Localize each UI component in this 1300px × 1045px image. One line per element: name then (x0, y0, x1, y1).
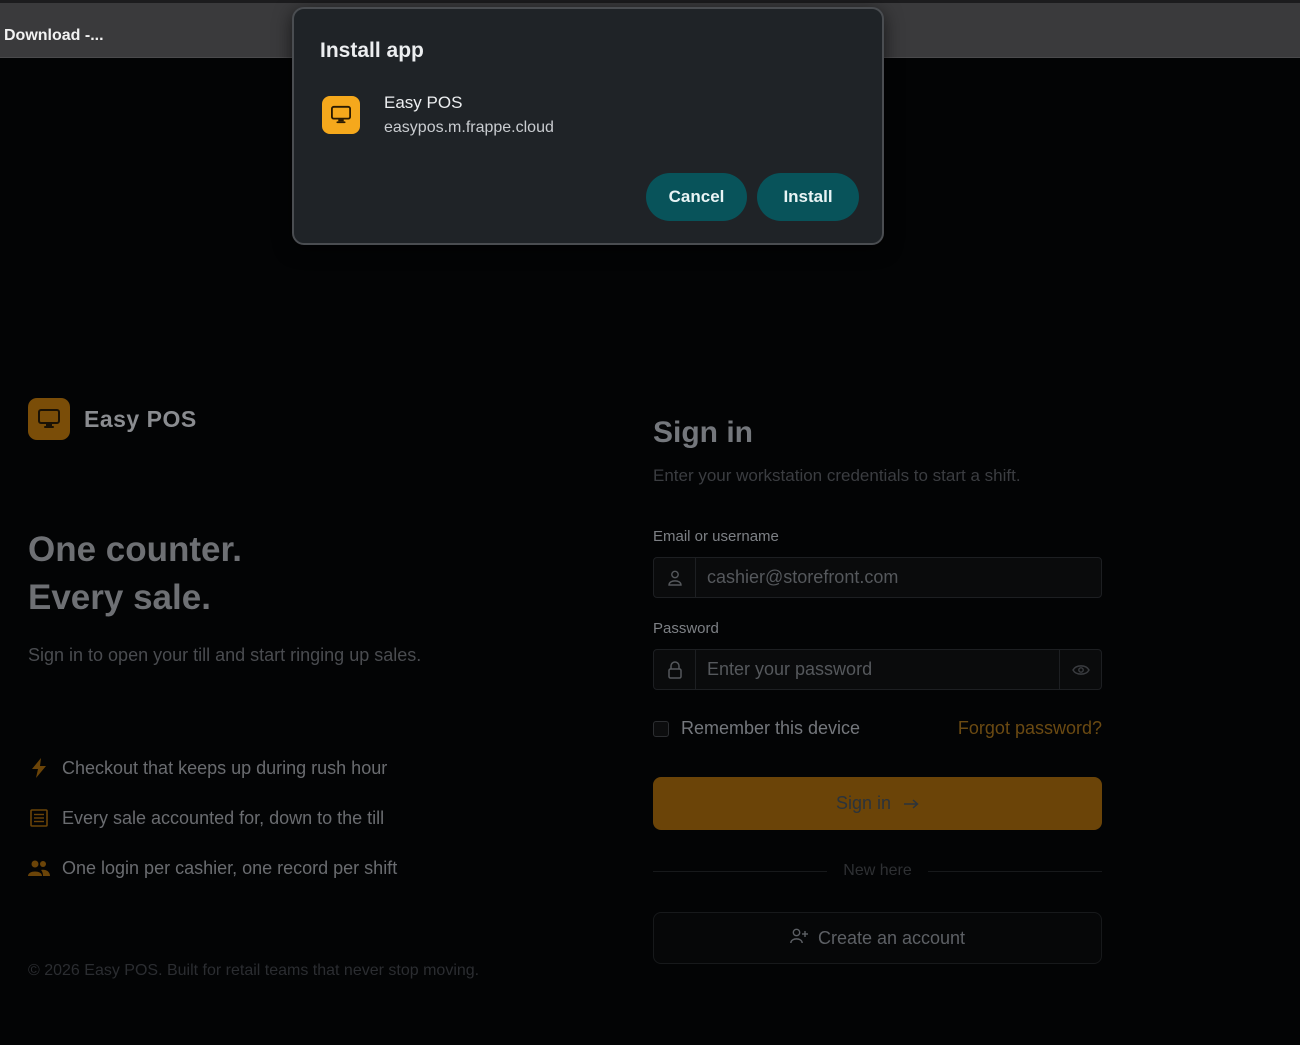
feature-text: Checkout that keeps up during rush hour (62, 757, 388, 778)
monitor-icon (322, 96, 360, 134)
remember-device[interactable]: Remember this device (653, 718, 860, 739)
feature-list: Checkout that keeps up during rush hour … (28, 743, 397, 893)
password-field-wrapper (653, 649, 1102, 690)
feature-item: Checkout that keeps up during rush hour (28, 743, 397, 793)
brand-name: Easy POS (84, 405, 197, 432)
brand: Easy POS (28, 398, 197, 440)
signin-form: Sign in Enter your workstation credentia… (653, 416, 1103, 964)
user-icon (654, 558, 696, 597)
create-account-button[interactable]: Create an account (653, 912, 1102, 964)
email-input[interactable] (696, 558, 1101, 597)
receipt-icon (28, 807, 50, 829)
signin-button[interactable]: Sign in (653, 777, 1102, 830)
cancel-button[interactable]: Cancel (646, 173, 747, 221)
lock-icon (654, 650, 696, 689)
headline-line-2: Every sale. (28, 578, 211, 617)
signin-title: Sign in (653, 416, 753, 449)
user-plus-icon (790, 928, 808, 949)
install-button[interactable]: Install (757, 173, 859, 221)
dialog-app-name: Easy POS (384, 93, 463, 112)
feature-item: Every sale accounted for, down to the ti… (28, 793, 397, 843)
feature-text: One login per cashier, one record per sh… (62, 857, 398, 878)
footer-copyright: © 2026 Easy POS. Built for retail teams … (28, 962, 480, 979)
signin-subtitle: Enter your workstation credentials to st… (653, 466, 1021, 485)
dialog-title: Install app (320, 39, 424, 62)
email-label: Email or username (653, 528, 779, 545)
install-app-dialog: Install app Easy POS easypos.m.frappe.cl… (292, 7, 884, 245)
password-label: Password (653, 620, 719, 637)
divider-line (927, 870, 1103, 872)
users-icon (28, 857, 50, 879)
email-field-wrapper (653, 557, 1102, 598)
hero-lead: Sign in to open your till and start ring… (28, 645, 422, 665)
headline-line-1: One counter. (28, 530, 242, 569)
dialog-app-url: easypos.m.frappe.cloud (384, 119, 554, 136)
create-account-label: Create an account (817, 927, 966, 948)
divider-label: New here (843, 862, 912, 879)
password-input[interactable] (696, 650, 1059, 689)
hero-headline: One counter. Every sale. (28, 526, 242, 622)
feature-item: One login per cashier, one record per sh… (28, 843, 397, 893)
signin-button-label: Sign in (835, 793, 892, 813)
browser-tab-title[interactable]: Download -... (4, 27, 104, 45)
divider: New here (653, 862, 1103, 880)
remember-label: Remember this device (681, 718, 861, 738)
divider-line (653, 870, 828, 872)
arrow-right-icon (903, 793, 919, 814)
remember-row: Remember this device Forgot password? (653, 718, 1102, 739)
feature-text: Every sale accounted for, down to the ti… (62, 807, 385, 828)
lightning-icon (28, 757, 50, 779)
remember-checkbox[interactable] (653, 720, 669, 737)
eye-icon[interactable] (1059, 650, 1101, 689)
forgot-password-link[interactable]: Forgot password? (958, 718, 1102, 739)
monitor-icon (28, 398, 70, 440)
